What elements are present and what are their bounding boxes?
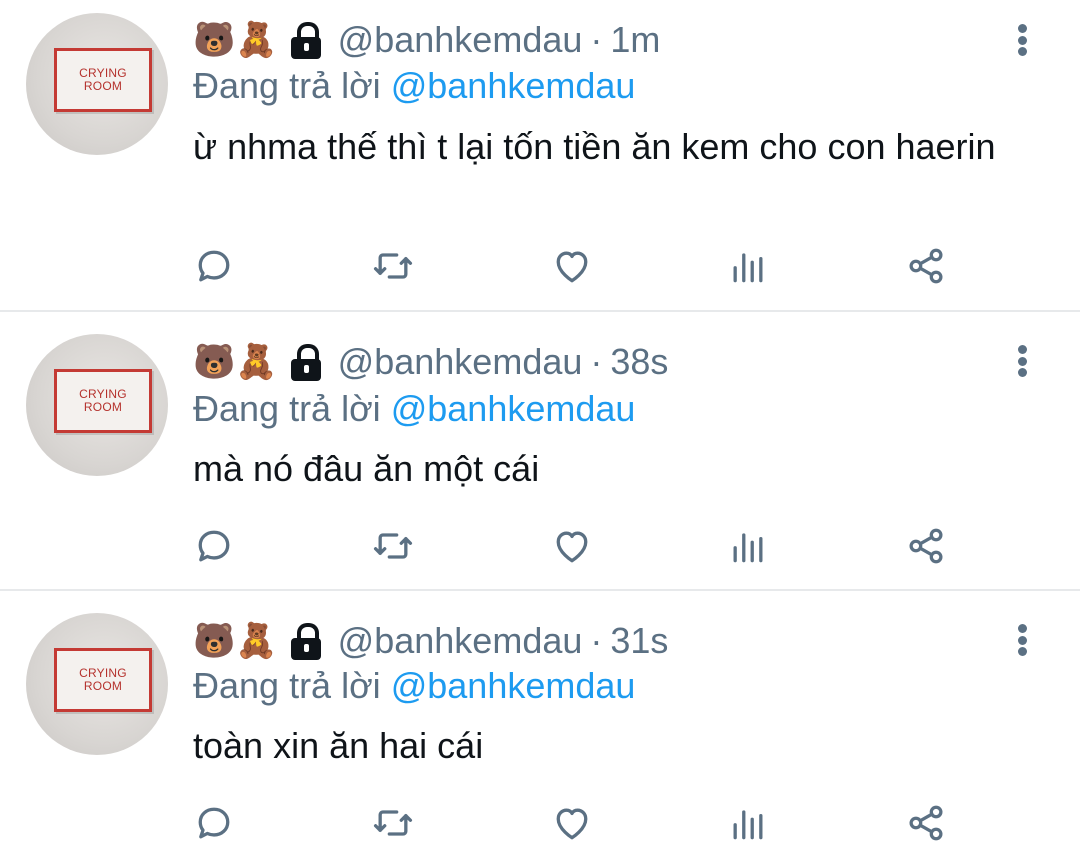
like-button[interactable] [548, 242, 596, 290]
retweet-button[interactable] [369, 522, 417, 570]
avatar-sign-line2: ROOM [83, 79, 123, 93]
timestamp[interactable]: 1m [610, 19, 660, 61]
stats-icon [733, 533, 763, 563]
tweet[interactable]: CRYING ROOM 🐻🧸 @banhkemdau · 38s Đang tr… [0, 312, 1080, 589]
tweet-text: toàn xin ăn hai cái [193, 725, 484, 766]
reply-button[interactable] [190, 522, 238, 570]
reply-icon [198, 250, 230, 282]
like-button[interactable] [548, 522, 596, 570]
tweet[interactable]: CRYING ROOM 🐻🧸 @banhkemdau · 1m Đang trả… [0, 0, 1080, 310]
avatar-sign: CRYING ROOM [54, 648, 152, 712]
retweet-icon [373, 533, 413, 559]
separator-dot: · [590, 19, 603, 60]
retweet-icon [373, 810, 413, 836]
separator-dot: · [590, 620, 603, 661]
stats-button[interactable] [724, 522, 772, 570]
replying-prefix: Đang trả lời [193, 665, 381, 706]
stats-button[interactable] [724, 242, 772, 290]
mention-link[interactable]: @banhkemdau [391, 665, 636, 706]
tweet-text: mà nó đâu ăn một cái [193, 448, 540, 489]
tweet-header: 🐻🧸 @banhkemdau · 31s [193, 616, 668, 666]
heart-icon [556, 531, 588, 563]
action-bar [0, 799, 1080, 847]
mention-link[interactable]: @banhkemdau [391, 65, 636, 106]
stats-icon [733, 810, 763, 840]
replying-to: Đang trả lời @banhkemdau [193, 65, 635, 107]
lock-icon [288, 20, 324, 60]
tweet-header: 🐻🧸 @banhkemdau · 38s [193, 337, 668, 387]
retweet-button[interactable] [369, 242, 417, 290]
display-name-emoji: 🐻🧸 [193, 621, 278, 661]
reply-icon [198, 530, 230, 562]
heart-icon [556, 251, 588, 283]
retweet-icon [373, 253, 413, 279]
action-bar [0, 522, 1080, 570]
display-name-emoji: 🐻🧸 [193, 342, 278, 382]
user-handle[interactable]: @banhkemdau [338, 341, 583, 383]
more-vertical-icon[interactable] [1012, 620, 1032, 660]
stats-button[interactable] [724, 799, 772, 847]
user-handle[interactable]: @banhkemdau [338, 620, 583, 662]
share-icon [909, 528, 943, 564]
lock-icon [288, 342, 324, 382]
share-button[interactable] [902, 799, 950, 847]
share-icon [909, 248, 943, 284]
share-button[interactable] [902, 522, 950, 570]
replying-to: Đang trả lời @banhkemdau [193, 665, 635, 707]
mention-link[interactable]: @banhkemdau [391, 388, 636, 429]
avatar-sign: CRYING ROOM [54, 369, 152, 433]
tweet-text: ừ nhma thế thì t lại tốn tiền ăn kem cho… [193, 126, 996, 167]
like-button[interactable] [548, 799, 596, 847]
avatar[interactable]: CRYING ROOM [26, 613, 168, 755]
replying-prefix: Đang trả lời [193, 65, 381, 106]
separator-dot: · [590, 341, 603, 382]
action-bar [0, 242, 1080, 290]
lock-icon [288, 621, 324, 661]
avatar-sign-line2: ROOM [83, 679, 123, 693]
avatar[interactable]: CRYING ROOM [26, 334, 168, 476]
heart-icon [556, 808, 588, 840]
reply-icon [198, 807, 230, 839]
share-button[interactable] [902, 242, 950, 290]
tweet-header: 🐻🧸 @banhkemdau · 1m [193, 15, 660, 65]
timestamp[interactable]: 31s [610, 620, 668, 662]
reply-button[interactable] [190, 242, 238, 290]
more-vertical-icon[interactable] [1012, 341, 1032, 381]
stats-icon [733, 253, 763, 283]
user-handle[interactable]: @banhkemdau [338, 19, 583, 61]
share-icon [909, 805, 943, 841]
display-name-emoji: 🐻🧸 [193, 20, 278, 60]
more-vertical-icon[interactable] [1012, 20, 1032, 60]
replying-prefix: Đang trả lời [193, 388, 381, 429]
replying-to: Đang trả lời @banhkemdau [193, 388, 635, 430]
tweet[interactable]: CRYING ROOM 🐻🧸 @banhkemdau · 31s Đang tr… [0, 591, 1080, 860]
avatar-sign: CRYING ROOM [54, 48, 152, 112]
retweet-button[interactable] [369, 799, 417, 847]
avatar-sign-line2: ROOM [83, 400, 123, 414]
timestamp[interactable]: 38s [610, 341, 668, 383]
reply-button[interactable] [190, 799, 238, 847]
avatar[interactable]: CRYING ROOM [26, 13, 168, 155]
